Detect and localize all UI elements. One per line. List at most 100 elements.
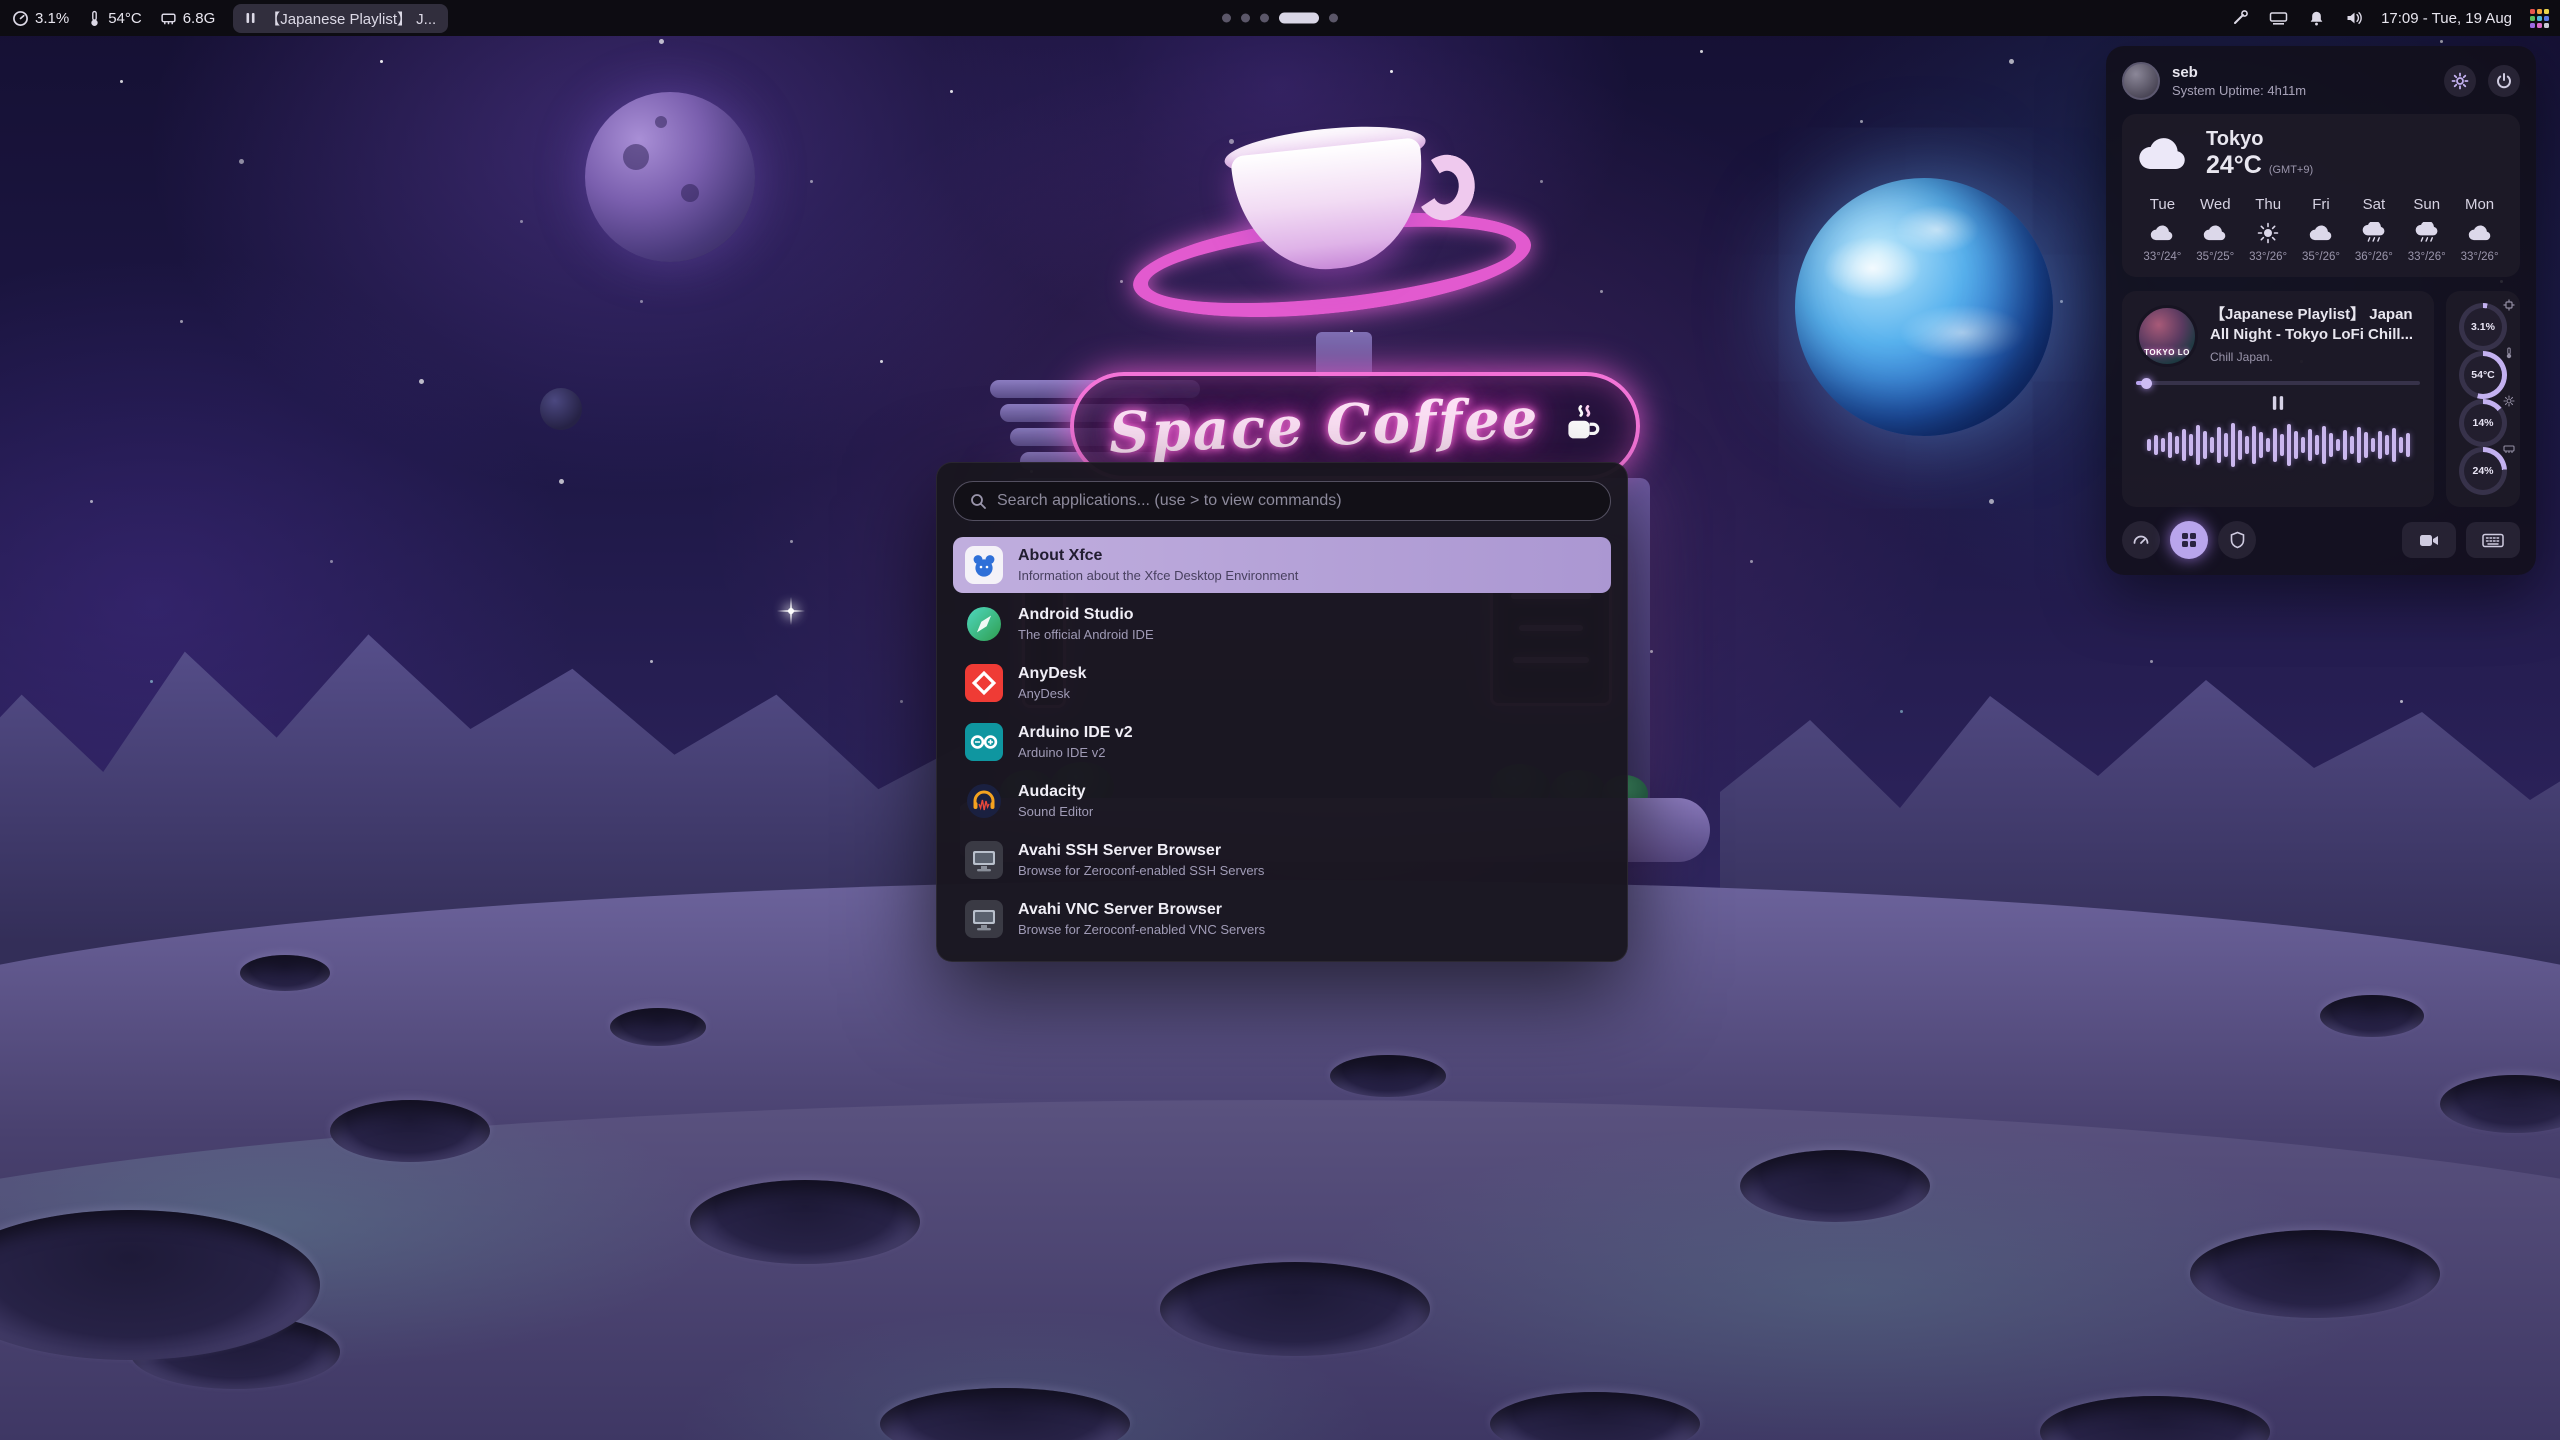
power-button[interactable]	[2488, 65, 2520, 97]
workspace-dot[interactable]	[1222, 14, 1231, 23]
tools-icon[interactable]	[2229, 7, 2251, 29]
media-taskbar-label: 【Japanese Playlist】 J...	[265, 8, 436, 29]
app-row-avahi-vnc[interactable]: Avahi VNC Server Browser Browse for Zero…	[953, 891, 1611, 947]
weather-timezone: (GMT+9)	[2269, 164, 2313, 176]
arduino-icon	[965, 723, 1003, 761]
workspace-active[interactable]	[1279, 13, 1319, 24]
search-input[interactable]	[997, 492, 1594, 510]
forecast-day: Mon 33°/26°	[2453, 196, 2506, 263]
cpu-stat-value: 3.1%	[35, 10, 69, 27]
top-bar: 3.1% 54°C 6.8G	[0, 0, 2560, 36]
waveform	[2136, 417, 2420, 473]
clock[interactable]: 17:09 - Tue, 19 Aug	[2381, 10, 2512, 27]
crater	[1330, 1055, 1446, 1097]
workspace-dot[interactable]	[1241, 14, 1250, 23]
forecast-day: Sat 36°/26°	[2347, 196, 2400, 263]
purple-planet	[585, 92, 755, 262]
about-xfce-icon	[965, 546, 1003, 584]
volume-icon[interactable]	[2343, 7, 2365, 29]
media-progress-bar[interactable]	[2136, 381, 2420, 385]
avatar	[2122, 62, 2160, 100]
shield-icon	[2229, 531, 2246, 549]
shield-button[interactable]	[2218, 521, 2256, 559]
app-row-audacity[interactable]: Audacity Sound Editor	[953, 773, 1611, 829]
app-row-avahi-ssh[interactable]: Avahi SSH Server Browser Browse for Zero…	[953, 832, 1611, 888]
crater	[1160, 1262, 1430, 1356]
app-description: The official Android IDE	[1018, 627, 1154, 642]
widgets-button[interactable]	[2170, 521, 2208, 559]
track-title: 【Japanese Playlist】 Japan All Night - To…	[2210, 305, 2420, 346]
crater	[240, 955, 330, 991]
workspace-dot[interactable]	[1260, 14, 1269, 23]
small-moon	[540, 388, 582, 430]
workspace-indicator	[1222, 13, 1338, 24]
pause-icon	[2271, 395, 2285, 411]
weather-temp: 24°C	[2206, 151, 2262, 179]
app-row-about-xfce[interactable]: About Xfce Information about the Xfce De…	[953, 537, 1611, 593]
app-name: Arduino IDE v2	[1018, 724, 1133, 742]
memory-stat-value: 6.8G	[183, 10, 216, 27]
thermometer-icon	[87, 10, 102, 27]
memory-stat: 6.8G	[160, 10, 216, 27]
cpu-icon	[2503, 299, 2515, 311]
user-header: seb System Uptime: 4h11m	[2122, 62, 2520, 100]
gear-icon	[2451, 72, 2469, 90]
media-progress-knob[interactable]	[2141, 378, 2152, 389]
memory-usage-gauge: 24%	[2459, 447, 2507, 495]
avahi-vnc-icon	[965, 900, 1003, 938]
app-grid-icon[interactable]	[2528, 7, 2550, 29]
system-gauges: 3.1% 54°C 14%	[2446, 291, 2520, 507]
thermometer-icon	[2503, 347, 2515, 359]
workspace-dot[interactable]	[1329, 14, 1338, 23]
avahi-ssh-icon	[965, 841, 1003, 879]
media-taskbar-pill[interactable]: 【Japanese Playlist】 J...	[233, 4, 448, 33]
crater	[610, 1008, 706, 1046]
rain-icon	[2414, 222, 2440, 244]
album-art-label: TOKYO LO	[2139, 348, 2195, 357]
search-bar[interactable]	[953, 481, 1611, 521]
play-pause-button[interactable]	[2136, 395, 2420, 411]
app-description: Browse for Zeroconf-enabled SSH Servers	[1018, 863, 1264, 878]
rain-icon	[2361, 222, 2387, 244]
cpu-stat: 3.1%	[12, 10, 69, 27]
screen-record-button[interactable]	[2402, 522, 2456, 558]
speedometer-icon	[2132, 531, 2150, 549]
temp-stat-value: 54°C	[108, 10, 142, 27]
temperature-gauge: 54°C	[2459, 351, 2507, 399]
app-name: Avahi SSH Server Browser	[1018, 842, 1264, 860]
app-description: Browse for Zeroconf-enabled VNC Servers	[1018, 922, 1265, 937]
forecast-day: Fri 35°/26°	[2295, 196, 2348, 263]
weather-widget: Tokyo 24°C (GMT+9) Tue 33°/24° Wed 35°/2…	[2122, 114, 2520, 277]
temp-stat: 54°C	[87, 10, 142, 27]
forecast-day: Thu 33°/26°	[2242, 196, 2295, 263]
coffee-cup-icon	[1557, 403, 1601, 449]
pause-icon	[245, 12, 256, 24]
app-row-android-studio[interactable]: Android Studio The official Android IDE	[953, 596, 1611, 652]
keyboard-button[interactable]	[2466, 522, 2520, 558]
cloud-icon	[2308, 224, 2334, 242]
app-name: Android Studio	[1018, 606, 1154, 624]
crater	[330, 1100, 490, 1162]
app-row-anydesk[interactable]: AnyDesk AnyDesk	[953, 655, 1611, 711]
performance-button[interactable]	[2122, 521, 2160, 559]
neon-sign-text: Space Coffee	[1108, 386, 1541, 467]
system-uptime: System Uptime: 4h11m	[2172, 83, 2306, 98]
weather-city: Tokyo	[2206, 128, 2313, 151]
media-player: TOKYO LO 【Japanese Playlist】 Japan All N…	[2122, 291, 2434, 507]
network-icon[interactable]	[2267, 7, 2289, 29]
track-artist: Chill Japan.	[2210, 350, 2420, 364]
cloud-icon	[2202, 224, 2228, 242]
app-launcher: About Xfce Information about the Xfce De…	[936, 462, 1628, 962]
notifications-bell-icon[interactable]	[2305, 7, 2327, 29]
android-studio-icon	[965, 605, 1003, 643]
sun-icon	[2257, 222, 2279, 244]
bright-star	[788, 608, 794, 614]
app-description: Arduino IDE v2	[1018, 745, 1133, 760]
ram-icon	[2503, 443, 2515, 455]
settings-button[interactable]	[2444, 65, 2476, 97]
app-row-arduino[interactable]: Arduino IDE v2 Arduino IDE v2	[953, 714, 1611, 770]
app-description: AnyDesk	[1018, 686, 1086, 701]
search-icon	[970, 493, 987, 510]
keyboard-icon	[2482, 533, 2504, 548]
forecast-day: Wed 35°/25°	[2189, 196, 2242, 263]
